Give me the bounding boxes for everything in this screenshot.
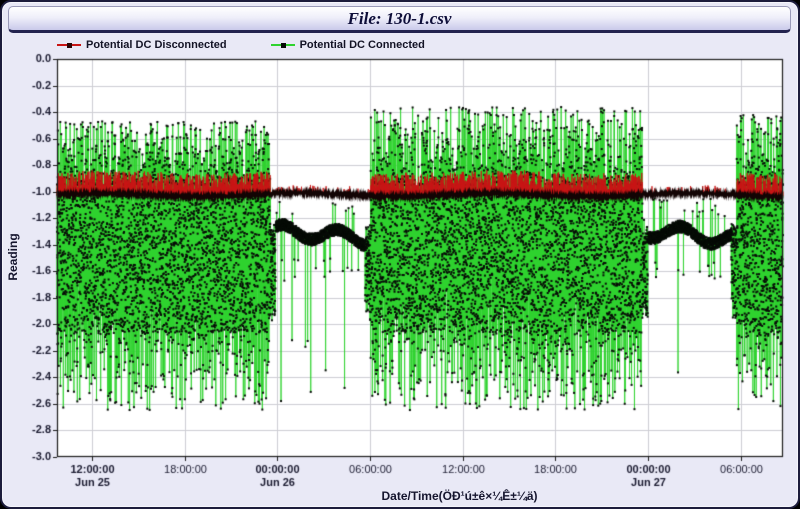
legend-item-connected: Potential DC Connected — [271, 39, 425, 51]
legend-item-disconnected: Potential DC Disconnected — [57, 39, 227, 51]
legend-label-disconnected: Potential DC Disconnected — [86, 39, 227, 51]
chart-canvas — [2, 2, 800, 509]
y-axis-title: Reading — [6, 222, 20, 292]
x-axis-title: Date/Time(ÖÐ¹ú±ê×¼Ê±¼ä) — [342, 489, 577, 503]
legend-label-connected: Potential DC Connected — [300, 39, 425, 51]
connected-series-marker-icon — [271, 41, 295, 50]
legend: Potential DC Disconnected Potential DC C… — [57, 39, 425, 51]
disconnected-series-marker-icon — [57, 41, 81, 50]
chart-window-panel: File: 130-1.csv Potential DC Disconnecte… — [0, 0, 800, 509]
